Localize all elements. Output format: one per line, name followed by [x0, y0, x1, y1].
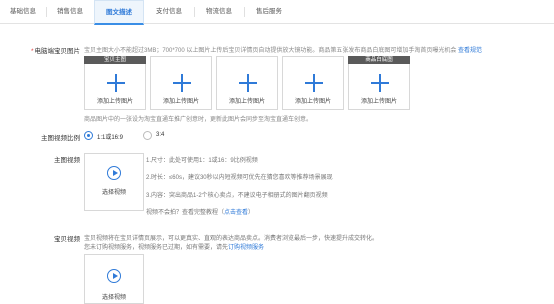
ratio-1-1-label: 1:1或16:9 — [97, 135, 124, 141]
detail-video-service-note: 您未订购视频服务，视频服务已过期，如有需要，请先订购视频服务 — [84, 245, 265, 251]
upload-slot-2[interactable]: 添加上传图片 — [150, 56, 212, 110]
upload-slot-white-background[interactable]: 商品白底图 添加上传图片 — [348, 56, 410, 110]
upload-slot-label: 添加上传图片 — [294, 99, 331, 105]
tab-basic-info[interactable]: 基础信息 — [0, 0, 47, 24]
tab-sales-info[interactable]: 销售信息 — [46, 0, 95, 24]
plus-icon — [304, 73, 324, 93]
view-spec-link[interactable]: 查看规范 — [458, 48, 482, 54]
main-images-footnote: 商品图片中的一张设为淘宝直通车推广创意时，更新此图片会同步至淘宝直通车创意。 — [84, 117, 313, 123]
tab-after-sales[interactable]: 售后服务 — [244, 0, 294, 24]
ratio-3-4-radio[interactable] — [143, 131, 152, 140]
plus-icon — [370, 73, 390, 93]
main-images-label: *电脑端宝贝图片 — [30, 48, 80, 55]
play-icon — [107, 166, 121, 180]
upload-slot-label: 添加上传图片 — [360, 99, 397, 105]
upload-slot-3[interactable]: 添加上传图片 — [216, 56, 278, 110]
upload-slot-label: 添加上传图片 — [228, 99, 265, 105]
detail-video-select-button[interactable]: 选择视频 — [84, 254, 144, 304]
tab-bar: 基础信息 销售信息 图文描述 支付信息 物流信息 售后服务 — [0, 0, 554, 25]
ratio-3-4-label: 3:4 — [156, 132, 165, 138]
main-video-label: 主图视频 — [54, 157, 80, 164]
slot-caption: 宝贝主图 — [84, 56, 146, 64]
main-video-tip-3: 3.内容：突出商品1-2个核心卖点，不建议电子相册式的图片翻页视频 — [146, 193, 328, 199]
tab-image-text-description[interactable]: 图文描述 — [94, 0, 144, 25]
upload-slot-4[interactable]: 添加上传图片 — [282, 56, 344, 110]
ratio-1-1-radio[interactable] — [84, 131, 93, 140]
upload-slot-main[interactable]: 宝贝主图 添加上传图片 — [84, 56, 146, 110]
main-video-tip-1: 1.尺寸：此处可使用1：1或16：9比例视频 — [146, 158, 258, 164]
main-video-help: 视频不会拍？查看完整教程（点击查看） — [146, 210, 255, 216]
select-video-label: 选择视频 — [101, 190, 126, 196]
select-video-label: 选择视频 — [101, 295, 126, 301]
order-video-service-link[interactable]: 订购视频服务 — [228, 245, 264, 251]
plus-icon — [172, 73, 192, 93]
video-ratio-label: 主图视频比例 — [41, 135, 80, 142]
tab-logistics-info[interactable]: 物流信息 — [194, 0, 245, 24]
main-video-select-button[interactable]: 选择视频 — [84, 153, 144, 211]
slot-caption: 商品白底图 — [348, 56, 410, 64]
plus-icon — [238, 73, 258, 93]
detail-video-desc: 宝贝视频将在宝贝详情页展示，可以更真实、直观的表达商品卖点。消费者浏览最后一步，… — [84, 236, 379, 242]
detail-video-label: 宝贝视频 — [54, 236, 80, 243]
view-tutorial-link[interactable]: 点击查看 — [224, 210, 248, 216]
main-images-hint: 宝贝主图大小不能超过3MB；700*700 以上图片上传后宝贝详情页自动提供放大… — [84, 48, 483, 54]
upload-slot-label: 添加上传图片 — [96, 99, 133, 105]
upload-slot-label: 添加上传图片 — [162, 99, 199, 105]
main-video-tip-2: 2.时长：≤60s，建议30秒以内短视频可优先在猜您喜欢等推荐场景展现 — [146, 175, 333, 181]
play-icon — [107, 269, 121, 283]
plus-icon — [106, 73, 126, 93]
tab-payment-info[interactable]: 支付信息 — [144, 0, 195, 24]
